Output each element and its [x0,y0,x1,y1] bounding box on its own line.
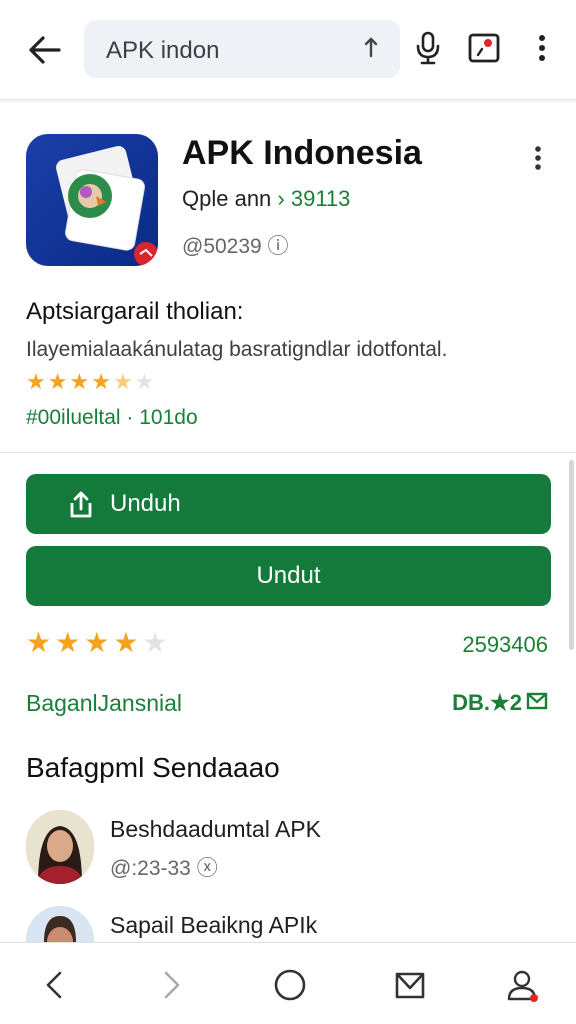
review-author: Sapail Beaikng APIk [110,912,318,938]
review-item[interactable]: Beshdaadumtal APK @:23-33 ⓧ [26,810,546,884]
star-icon: ★ [26,369,46,394]
nav-home-icon[interactable] [266,961,314,1009]
more-vert-icon[interactable] [524,26,560,70]
tag-line[interactable]: #00ilueltal · 101do [26,406,198,430]
review-meta: @:23-33 ⓧ [110,857,218,880]
star-icon: ★ [69,369,90,394]
section-badge-text: DB.★2 [452,690,522,715]
description-title: Aptsiargarail tholian: [26,298,244,325]
app-icon [26,134,158,266]
nav-bookmarks-icon[interactable] [386,961,434,1009]
rating-count: 2593406 [462,632,548,657]
download-button[interactable]: Unduh [26,474,551,534]
microphone-icon[interactable] [408,26,448,70]
search-input[interactable]: APK indon [84,20,400,78]
star-icon: ★ [26,627,52,658]
empty-star-icon: ★ [134,369,155,394]
developer-line: Qple ann › 39113 [182,186,350,212]
back-arrow-icon[interactable] [22,28,66,72]
star-icon: ★ [47,369,68,394]
bottom-navigation [0,942,576,1024]
star-icon: ★ [113,627,139,658]
review-author: Beshdaadumtal APK [110,816,321,842]
install-button-label: Undut [256,562,321,589]
share-upload-icon [66,489,96,519]
avatar [26,810,94,884]
download-button-label: Unduh [110,490,181,517]
scrollbar[interactable] [569,460,574,650]
reviews-section-title: Bafagpml Sendaaao [26,752,280,783]
rating-stars: ★ ★ ★ ★ ★ [26,628,168,658]
top-app-bar: APK indon [0,0,576,100]
description-text: Ilayemialaakánulatag basratigndlar idotf… [26,338,448,361]
empty-star-icon: ★ [142,627,168,658]
section-badge[interactable]: DB.★2 [452,690,548,716]
divider [0,452,576,453]
install-button[interactable]: Undut [26,546,551,606]
developer-link[interactable]: › 39113 [277,186,350,211]
nav-profile-icon[interactable] [498,961,546,1009]
section-link[interactable]: BaganlJansnial [26,690,182,717]
screenshot-icon[interactable] [464,26,504,70]
nav-back-icon[interactable] [30,961,78,1009]
half-star-icon: ★ [112,369,133,394]
developer-name: Qple ann [182,186,272,211]
search-submit-icon[interactable] [364,36,378,64]
star-icon: ★ [55,627,81,658]
app-more-vert-icon[interactable] [522,138,554,178]
mail-icon [526,690,548,716]
search-query-text: APK indon [106,37,220,64]
star-icon: ★ [91,369,111,394]
description-rating: ★ ★ ★ ★ ★ ★ [26,370,154,394]
nav-forward-icon[interactable] [148,961,196,1009]
developer-id: @50239 ⓘ [182,235,289,258]
app-title: APK Indonesia [182,134,422,172]
star-icon: ★ [84,627,110,658]
